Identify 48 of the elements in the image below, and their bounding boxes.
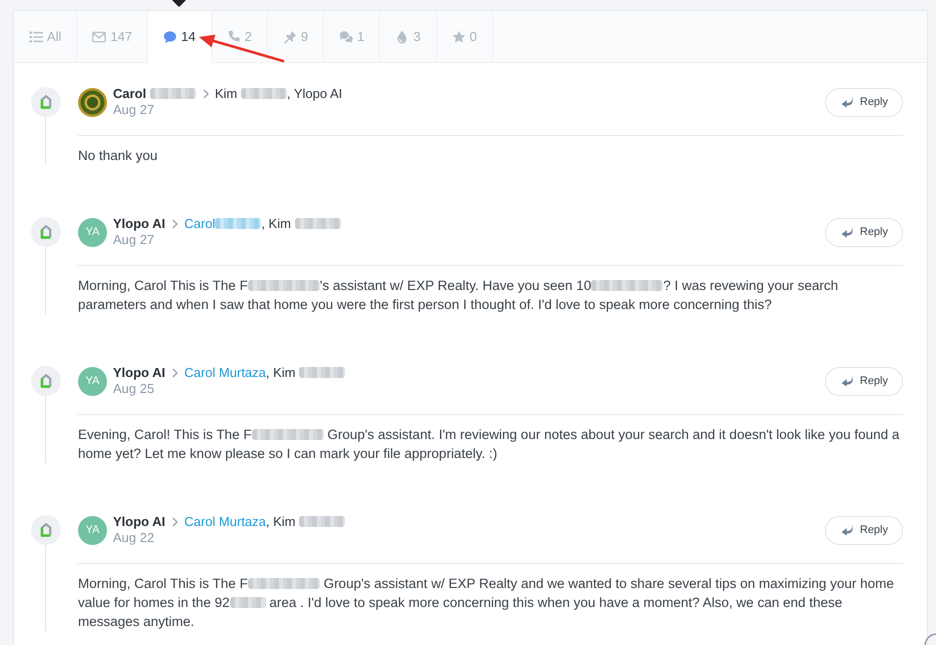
reply-button[interactable]: Reply <box>824 218 903 246</box>
ring-icon <box>924 632 936 645</box>
contact-link[interactable]: Carol Murtaza <box>184 365 266 380</box>
contact-link[interactable]: Carol Murtaza <box>184 514 266 529</box>
reply-button[interactable]: Reply <box>824 516 903 544</box>
chevron-icon <box>202 89 209 99</box>
message-date: Aug 25 <box>113 381 154 397</box>
chevron-icon <box>172 368 178 378</box>
sender-name: Ylopo AI <box>113 216 166 232</box>
house-icon <box>31 87 61 117</box>
initials-avatar: YA <box>78 366 107 396</box>
message-text: Morning, Carol This is The F Group's assistant w/ EXP Realty and we wanted to share several tips on maximizing your home value for homes in the 92 area . I'd love to speak more concerning this when you have a moment? Also, we can end these messages anytime. <box>78 575 895 631</box>
recipients-text: Carol , Kim <box>184 216 341 232</box>
message-text: Morning, Carol This is The F 's assistant w/ EXP Realty. Have you seen 10 ? I was revewing your search parameters and when I saw that home you were the first person I thought of. I'd love to speak more concerning this? <box>78 277 840 314</box>
chat-bubbles-icon <box>339 30 354 44</box>
star-icon <box>452 30 466 44</box>
drop-icon <box>395 30 410 44</box>
message-date: Aug 22 <box>113 530 154 546</box>
recipients-text: Kim , Ylopo AI <box>214 86 342 102</box>
reply-icon <box>840 96 854 108</box>
chevron-icon <box>172 219 178 229</box>
initials-avatar: YA <box>78 516 107 544</box>
logo-avatar <box>78 88 107 116</box>
recipients-text: Carol Murtaza, Kim <box>184 365 346 381</box>
initials-avatar: YA <box>78 218 107 246</box>
reply-button[interactable]: Reply <box>824 366 903 396</box>
chevron-icon <box>172 517 178 527</box>
reply-icon <box>840 524 854 536</box>
message-date: Aug 27 <box>113 102 154 118</box>
phone-icon <box>226 30 241 44</box>
reply-icon <box>840 375 854 387</box>
contact-link[interactable]: Carol <box>184 216 216 231</box>
pushpin-icon <box>282 30 297 44</box>
recipients-text: Carol Murtaza, Kim <box>184 514 346 530</box>
chat-bubble-icon <box>163 30 178 44</box>
reply-button[interactable]: Reply <box>824 88 903 116</box>
reply-icon <box>840 226 854 238</box>
message-date: Aug 27 <box>113 232 154 248</box>
sender-name: Ylopo AI <box>113 514 166 530</box>
sender-name: Ylopo AI <box>113 365 166 381</box>
message-text: Evening, Carol! This is The F Group's assistant. I'm reviewing our notes about your search and it doesn't look like you found a home yet? Let me know please so I can mark your file appropriately. :) <box>78 426 900 463</box>
sender-name: Carol <box>113 86 196 102</box>
house-icon <box>31 515 61 545</box>
message-text: No thank you <box>78 147 159 165</box>
house-icon <box>31 366 61 396</box>
house-icon <box>31 217 61 247</box>
envelope-icon <box>92 30 106 44</box>
list-icon <box>29 30 43 44</box>
